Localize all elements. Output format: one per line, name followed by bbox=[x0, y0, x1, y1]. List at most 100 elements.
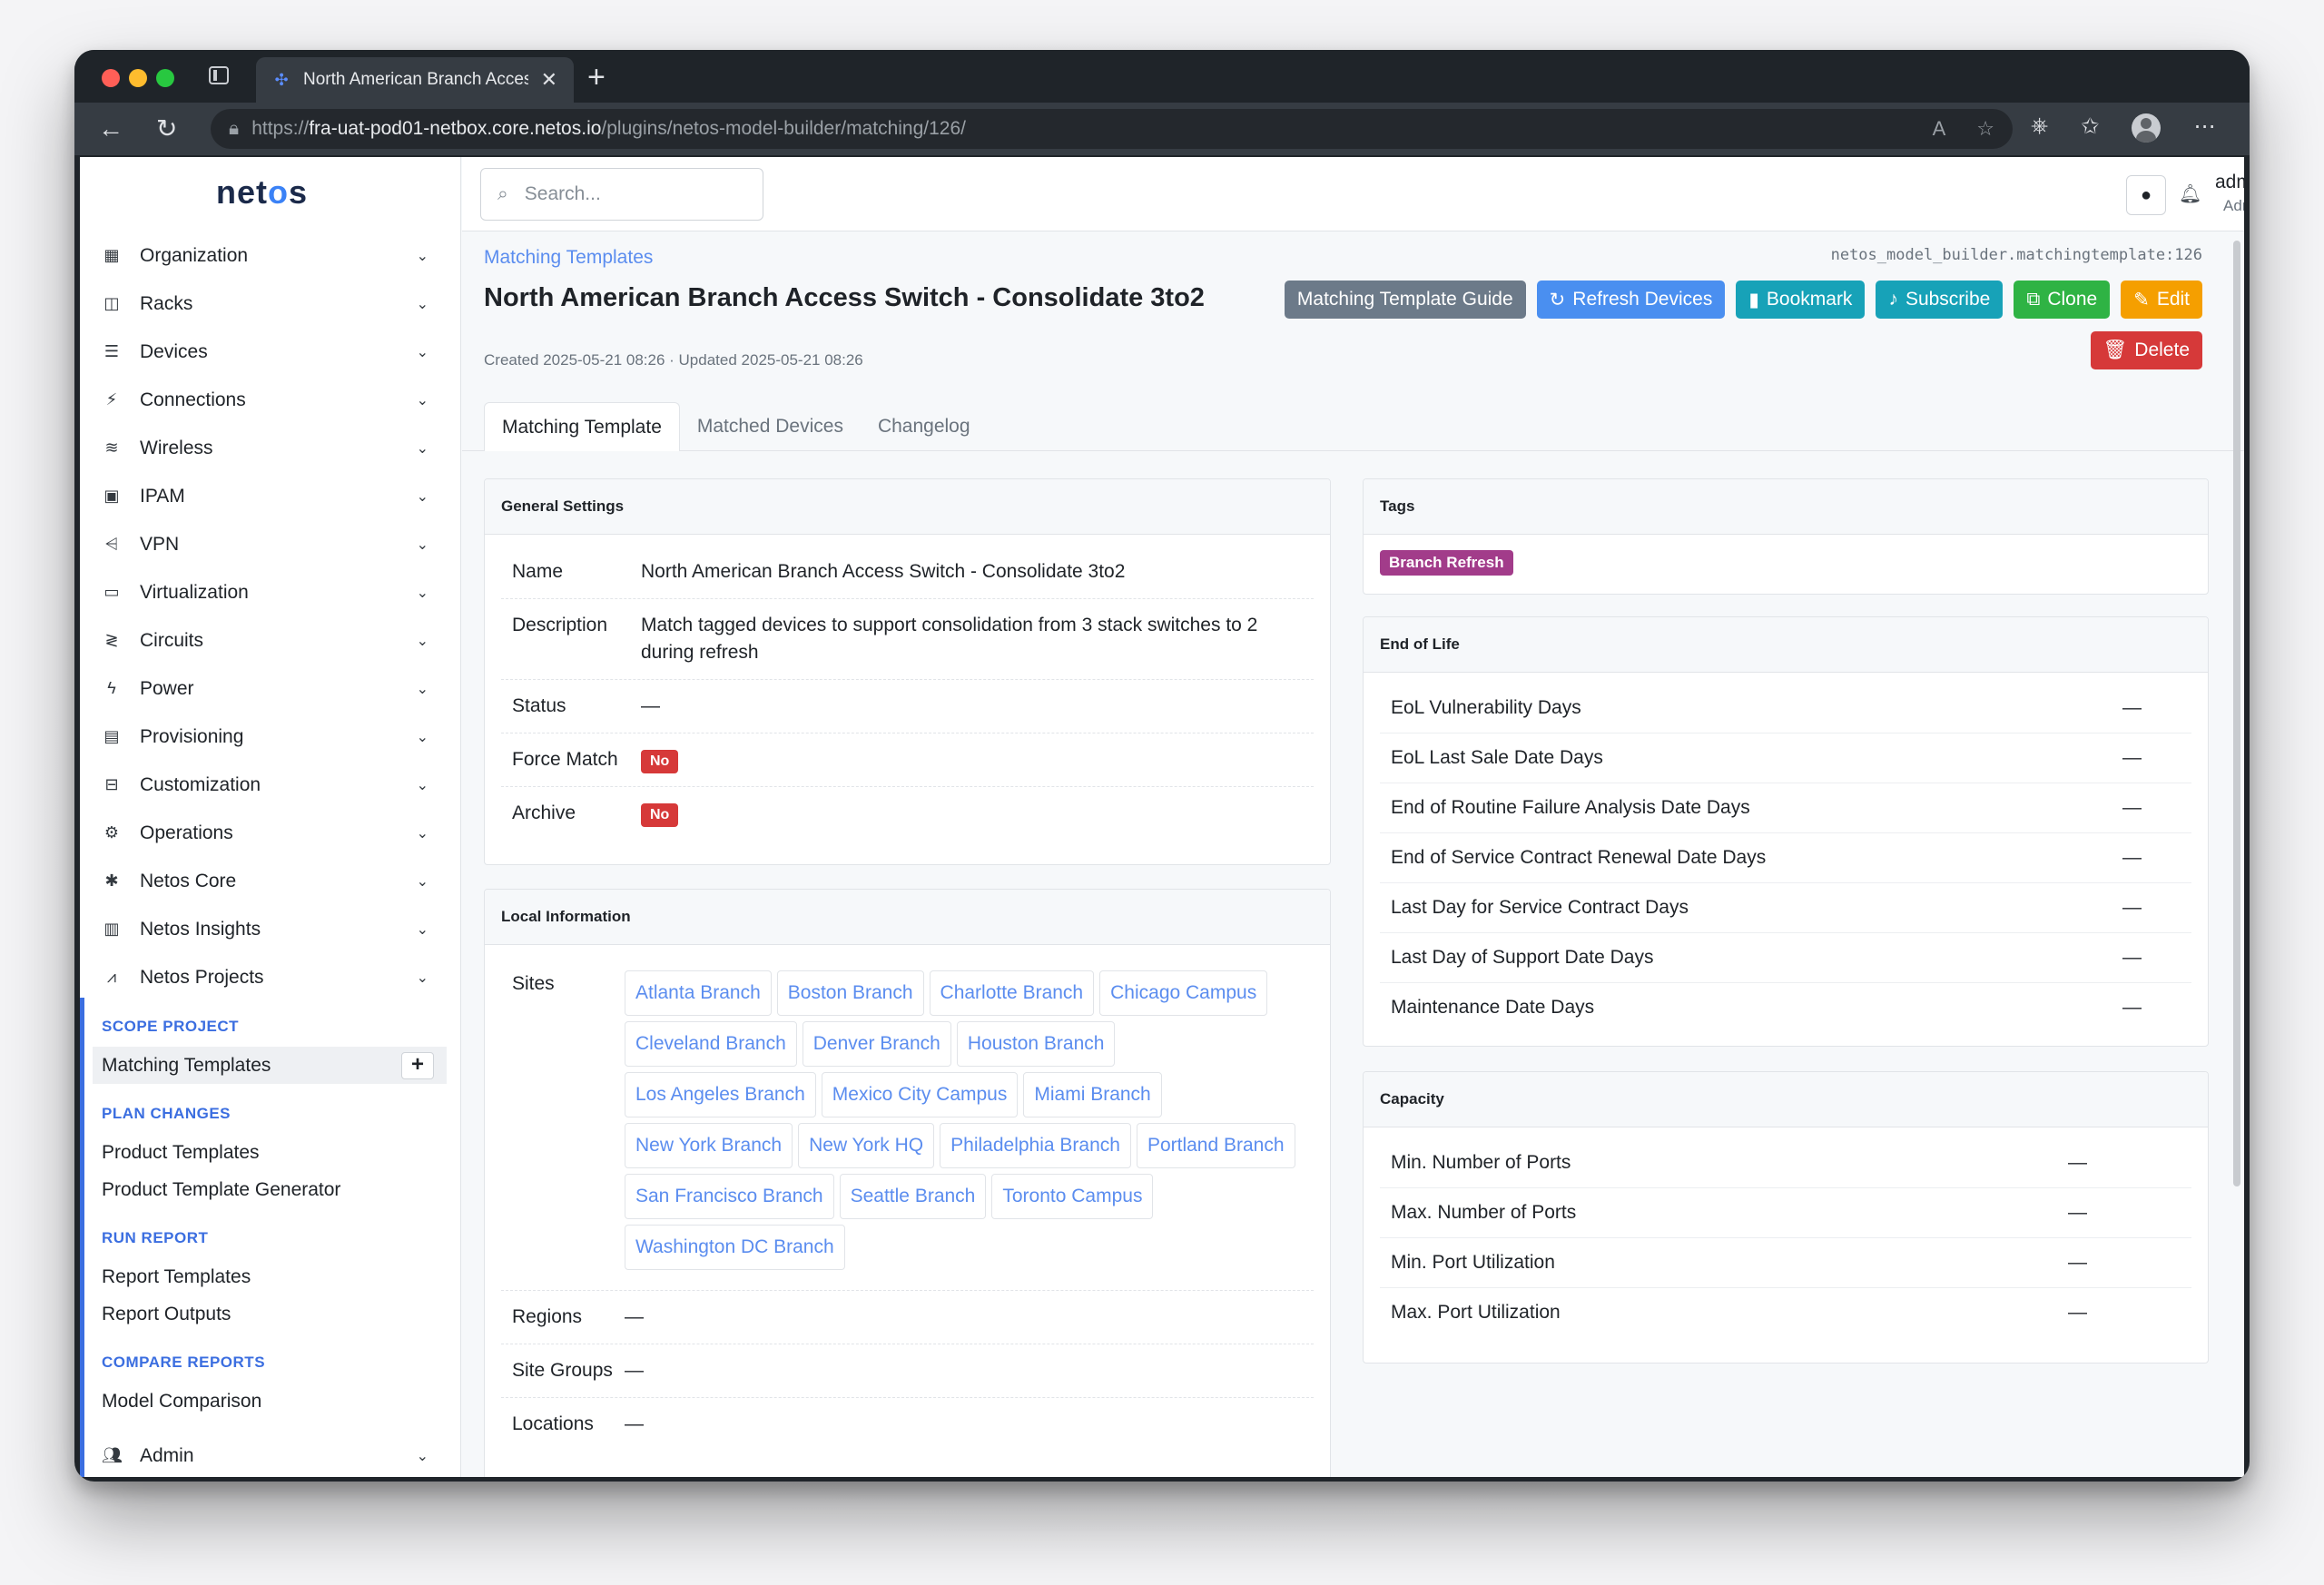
site-chip[interactable]: San Francisco Branch bbox=[625, 1174, 834, 1219]
site-chip[interactable]: Charlotte Branch bbox=[929, 970, 1095, 1016]
browser-tab[interactable]: ✣ North American Branch Access ✕ bbox=[256, 57, 574, 103]
tab-matched-devices[interactable]: Matched Devices bbox=[680, 402, 861, 451]
site-chip[interactable]: Chicago Campus bbox=[1099, 970, 1268, 1016]
clone-button[interactable]: ⧉ Clone bbox=[2014, 281, 2111, 319]
minimize-window-button[interactable] bbox=[129, 69, 147, 87]
card-title: General Settings bbox=[485, 479, 1330, 535]
site-chip[interactable]: Portland Branch bbox=[1136, 1123, 1295, 1168]
subscribe-button[interactable]: ♪ Subscribe bbox=[1876, 281, 2004, 319]
netos-logo[interactable]: netos bbox=[216, 173, 308, 212]
theme-toggle-button[interactable]: ● bbox=[2126, 175, 2166, 215]
tab-changelog[interactable]: Changelog bbox=[861, 402, 988, 451]
sidebar-link-model-comparison[interactable]: Model Comparison bbox=[102, 1383, 447, 1420]
site-chip[interactable]: Washington DC Branch bbox=[625, 1225, 845, 1270]
card-title: Capacity bbox=[1364, 1072, 2208, 1127]
monitor-icon: ▭ bbox=[103, 583, 120, 601]
new-tab-icon[interactable]: + bbox=[587, 59, 606, 95]
delete-button[interactable]: 🗑︎ Delete bbox=[2090, 331, 2202, 369]
sidebar-link-product-templates[interactable]: Product Templates bbox=[102, 1134, 447, 1171]
site-chip[interactable]: Denver Branch bbox=[802, 1021, 951, 1067]
sidebar-link-report-templates[interactable]: Report Templates bbox=[102, 1258, 447, 1295]
breadcrumb[interactable]: Matching Templates bbox=[484, 247, 653, 269]
matching-template-guide-button[interactable]: Matching Template Guide bbox=[1284, 281, 1526, 319]
back-arrow-icon[interactable]: ← bbox=[98, 113, 123, 144]
sidebar-item-admin[interactable]: 👥︎ Admin ⌄ bbox=[80, 1432, 461, 1477]
sidebar-item-provisioning[interactable]: ▤ Provisioning ⌄ bbox=[80, 713, 461, 761]
sidebar-link-product-template-generator[interactable]: Product Template Generator bbox=[102, 1171, 447, 1208]
bookmark-button[interactable]: ▮ Bookmark bbox=[1736, 281, 1866, 319]
sidebar-item-devices[interactable]: ☰ Devices ⌄ bbox=[80, 328, 461, 376]
favorites-icon[interactable]: ✩ bbox=[2081, 113, 2099, 143]
refresh-devices-button[interactable]: ↻ Refresh Devices bbox=[1536, 281, 1726, 319]
sidebar-item-netos-core[interactable]: ✱ Netos Core ⌄ bbox=[80, 857, 461, 905]
site-chip[interactable]: New York HQ bbox=[798, 1123, 935, 1168]
tab-close-icon[interactable]: ✕ bbox=[541, 68, 557, 92]
url-bar[interactable]: 🔒︎ https://fra-uat-pod01-netbox.core.net… bbox=[211, 109, 2013, 149]
site-chip[interactable]: Philadelphia Branch bbox=[940, 1123, 1131, 1168]
sidebar-item-netos-insights[interactable]: ▥ Netos Insights ⌄ bbox=[80, 905, 461, 953]
section-title: PLAN CHANGES bbox=[102, 1105, 231, 1122]
sidebar-item-customization[interactable]: ⊟ Customization ⌄ bbox=[80, 761, 461, 809]
field-name: Name North American Branch Access Switch… bbox=[501, 535, 1314, 599]
notifications-bell-icon[interactable]: 🔔︎ bbox=[2179, 182, 2201, 205]
reload-icon[interactable]: ↻ bbox=[156, 113, 177, 144]
sidebar-item-racks[interactable]: ◫ Racks ⌄ bbox=[80, 280, 461, 328]
sidebar-link-report-outputs[interactable]: Report Outputs bbox=[102, 1295, 447, 1333]
maximize-window-button[interactable] bbox=[156, 69, 174, 87]
object-identifier: netos_model_builder.matchingtemplate:126 bbox=[1830, 246, 2202, 264]
sidebar-item-wireless[interactable]: ≋ Wireless ⌄ bbox=[80, 424, 461, 472]
sidebar-item-organization[interactable]: ▦ Organization ⌄ bbox=[80, 231, 461, 280]
section-run-report: RUN REPORT Report Templates Report Outpu… bbox=[102, 1229, 447, 1333]
user-menu[interactable]: admin Admin bbox=[2215, 172, 2244, 215]
chart-icon: ▥ bbox=[103, 920, 120, 938]
site-chip[interactable]: New York Branch bbox=[625, 1123, 793, 1168]
add-matching-template-button[interactable]: + bbox=[401, 1052, 434, 1079]
chevron-down-icon: ⌄ bbox=[416, 825, 428, 842]
more-menu-icon[interactable]: ⋯ bbox=[2193, 113, 2215, 143]
sidebar-item-operations[interactable]: ⚙ Operations ⌄ bbox=[80, 809, 461, 857]
sidebar-item-ipam[interactable]: ▣ IPAM ⌄ bbox=[80, 472, 461, 520]
sidebar-item-connections[interactable]: ⚡ Connections ⌄ bbox=[80, 376, 461, 424]
sidebar-item-virtualization[interactable]: ▭ Virtualization ⌄ bbox=[80, 568, 461, 616]
sidebar-toggle-icon[interactable] bbox=[209, 66, 229, 84]
sidebar-item-vpn[interactable]: ⩤ VPN ⌄ bbox=[80, 520, 461, 568]
edit-button[interactable]: ✎ Edit bbox=[2121, 281, 2202, 319]
site-chip[interactable]: Mexico City Campus bbox=[821, 1072, 1019, 1117]
read-aloud-icon[interactable]: A bbox=[1933, 117, 1946, 141]
capacity-row: Max. Number of Ports — bbox=[1380, 1188, 2191, 1238]
site-chip[interactable]: Houston Branch bbox=[956, 1021, 1116, 1067]
sidebar-item-netos-projects[interactable]: ⩘ Netos Projects ⌄ bbox=[80, 953, 461, 1001]
site-chip[interactable]: Miami Branch bbox=[1023, 1072, 1162, 1117]
sidebar-item-power[interactable]: ϟ Power ⌄ bbox=[80, 665, 461, 713]
general-settings-card: General Settings Name North American Bra… bbox=[484, 478, 1331, 865]
favorite-star-icon[interactable]: ☆ bbox=[1976, 117, 1994, 141]
extensions-icon[interactable]: ⎈ bbox=[2031, 113, 2048, 143]
cogs-icon: ⚙ bbox=[103, 823, 120, 842]
eol-row: EoL Last Sale Date Days — bbox=[1380, 733, 2191, 783]
eol-row: End of Routine Failure Analysis Date Day… bbox=[1380, 783, 2191, 833]
eol-row: Last Day for Service Contract Days — bbox=[1380, 883, 2191, 933]
capacity-row: Max. Port Utilization — bbox=[1391, 1302, 2087, 1323]
site-chip[interactable]: Boston Branch bbox=[776, 970, 924, 1016]
tag-branch-refresh[interactable]: Branch Refresh bbox=[1380, 550, 1513, 576]
section-compare-reports: COMPARE REPORTS Model Comparison bbox=[102, 1354, 447, 1420]
capacity-row: Min. Number of Ports — bbox=[1380, 1138, 2191, 1188]
tab-matching-template[interactable]: Matching Template bbox=[484, 402, 680, 451]
sidebar-item-circuits[interactable]: ≷ Circuits ⌄ bbox=[80, 616, 461, 665]
tunnel-icon: ⩤ bbox=[104, 535, 119, 553]
sidebar-panel-icon[interactable]: ▣ bbox=[2248, 113, 2250, 143]
capacity-row: Min. Port Utilization — bbox=[1380, 1238, 2191, 1288]
site-chip[interactable]: Toronto Campus bbox=[991, 1174, 1154, 1219]
profile-avatar-icon[interactable] bbox=[2132, 113, 2162, 143]
chevron-down-icon: ⌄ bbox=[416, 681, 428, 697]
section-scope-project: SCOPE PROJECT Matching Templates + bbox=[93, 1018, 447, 1084]
site-chip[interactable]: Atlanta Branch bbox=[625, 970, 772, 1016]
search-input[interactable]: ⌕ Search... bbox=[480, 168, 763, 221]
site-chip[interactable]: Seattle Branch bbox=[839, 1174, 987, 1219]
site-chip[interactable]: Los Angeles Branch bbox=[625, 1072, 816, 1117]
page-scrollbar[interactable] bbox=[2233, 241, 2240, 1186]
site-chip[interactable]: Cleveland Branch bbox=[625, 1021, 797, 1067]
close-window-button[interactable] bbox=[102, 69, 120, 87]
sidebar-link-matching-templates[interactable]: Matching Templates + bbox=[93, 1047, 447, 1084]
sites-list: Atlanta Branch Boston Branch Charlotte Bra… bbox=[625, 970, 1296, 1270]
